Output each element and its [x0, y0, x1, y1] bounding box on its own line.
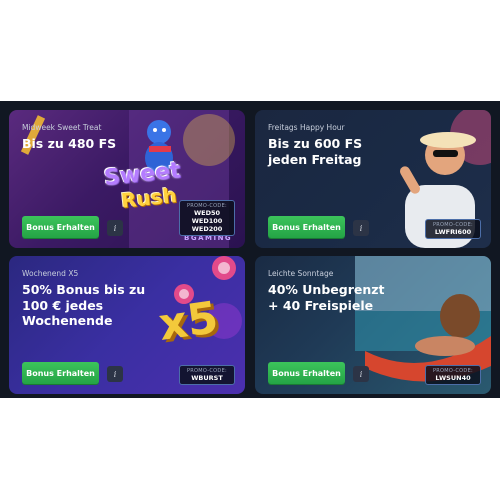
promo-card-wochenend: x5 Wochenend X5 50% Bonus bis zu 100 € j… [9, 256, 245, 394]
card-title: Bis zu 480 FS [22, 136, 117, 151]
promo-card-midweek: Sweet Rush BGAMING Midweek Sweet Treat B… [9, 110, 245, 248]
bonus-erhalten-button[interactable]: Bonus Erhalten [268, 216, 345, 238]
card-subtitle: Wochenend X5 [22, 269, 79, 278]
promo-code-box[interactable]: PROMO-CODE: LWFRI600 [425, 219, 481, 239]
bonus-erhalten-button[interactable]: Bonus Erhalten [22, 362, 99, 384]
info-button[interactable]: i [107, 366, 123, 382]
promo-code: WED100 [191, 217, 223, 225]
card-subtitle: Midweek Sweet Treat [22, 123, 102, 132]
info-button[interactable]: i [107, 220, 123, 236]
x5-graphic: x5 [155, 292, 222, 351]
promo-code-box[interactable]: PROMO-CODE: WBURST [179, 365, 235, 385]
promo-card-freitag: Freitags Happy Hour Bis zu 600 FS jeden … [255, 110, 491, 248]
info-button[interactable]: i [353, 366, 369, 382]
promo-code: WBURST [191, 374, 223, 382]
promo-card-sonntag: Leichte Sonntage 40% Unbegrenzt + 40 Fre… [255, 256, 491, 394]
bonus-erhalten-button[interactable]: Bonus Erhalten [268, 362, 345, 384]
promo-code: WED200 [191, 225, 223, 233]
bonus-erhalten-button[interactable]: Bonus Erhalten [22, 216, 99, 238]
promo-code: WED50 [193, 209, 221, 217]
promo-code: LWSUN40 [435, 374, 471, 382]
promo-code-box[interactable]: PROMO-CODE: LWSUN40 [425, 365, 481, 385]
card-subtitle: Leichte Sonntage [268, 269, 334, 278]
card-subtitle: Freitags Happy Hour [268, 123, 345, 132]
promo-code: LWFRI600 [434, 228, 472, 236]
promo-code-box[interactable]: PROMO-CODE: WED50 WED100 WED200 [179, 200, 235, 236]
card-title: 40% Unbegrenzt + 40 Freispiele [268, 282, 385, 313]
info-button[interactable]: i [353, 220, 369, 236]
card-title: 50% Bonus bis zu 100 € jedes Wochenende [22, 282, 146, 328]
card-title: Bis zu 600 FS jeden Freitag [268, 136, 363, 167]
